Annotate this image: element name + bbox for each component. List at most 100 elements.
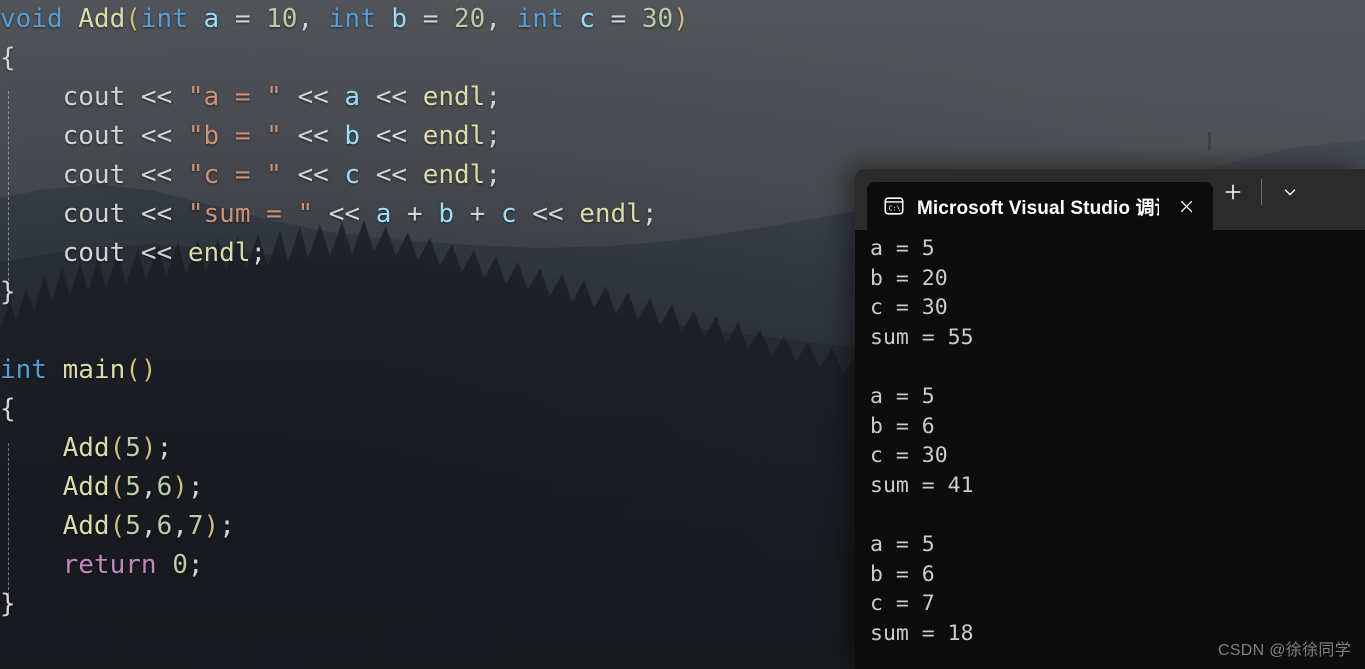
terminal-window[interactable]: C:\ Microsoft Visual Studio 调试挂 (855, 169, 1365, 669)
code-token: 7 (187, 511, 204, 541)
svg-text:C:\: C:\ (889, 205, 901, 213)
terminal-line: c = 30 (870, 295, 948, 321)
code-token: 5 (125, 472, 141, 502)
code-token: << (313, 199, 376, 229)
code-token: ) (203, 511, 220, 541)
code-token: int (516, 4, 564, 34)
code-token: 30 (641, 4, 674, 34)
code-token: " (266, 121, 282, 151)
code-token: cout (0, 160, 126, 190)
code-token: ; (250, 238, 267, 268)
code-token: , (297, 4, 329, 34)
close-icon[interactable] (1171, 191, 1201, 221)
terminal-line: sum = 41 (870, 472, 974, 498)
terminal-tab-title: Microsoft Visual Studio 调试挂 (917, 197, 1159, 219)
control-separator (1261, 178, 1262, 205)
code-line: void Add(int a = 10, int b = 20, int c =… (0, 0, 689, 39)
code-token: << (516, 199, 580, 229)
code-token: } (0, 589, 16, 619)
command-prompt-icon: C:\ (884, 197, 904, 215)
code-token: Add (62, 433, 110, 463)
code-token: " (187, 82, 204, 112)
terminal-line: a = 5 (870, 236, 935, 261)
new-tab-icon[interactable] (1213, 172, 1253, 212)
code-token: , (485, 4, 517, 34)
code-token: = (219, 4, 267, 34)
code-token: ) (172, 472, 188, 502)
code-token: + (391, 199, 439, 229)
code-line: { (0, 390, 689, 429)
code-token: ( (109, 511, 126, 541)
code-token: " (187, 199, 204, 229)
code-line: Add(5,6,7); (0, 507, 689, 546)
code-token: 6 (156, 511, 173, 541)
code-token: endl (422, 160, 486, 190)
code-token: " (297, 199, 314, 229)
code-line: { (0, 39, 689, 78)
terminal-line: b = 6 (870, 561, 935, 587)
terminal-tab-active[interactable]: C:\ Microsoft Visual Studio 调试挂 (867, 182, 1213, 230)
code-token: b = (203, 121, 267, 151)
code-token: << (360, 160, 423, 190)
code-token: return (62, 550, 157, 580)
code-token: } (0, 277, 16, 307)
code-token: ; (641, 199, 658, 229)
code-token: a = (203, 82, 267, 112)
code-line: cout << "a = " << a << endl; (0, 78, 689, 117)
code-token: Add (78, 4, 126, 34)
code-token: cout (0, 199, 126, 229)
code-token: a (375, 199, 392, 229)
code-token: int (0, 355, 47, 385)
code-token: ) (673, 4, 689, 34)
terminal-line: b = 6 (870, 413, 935, 439)
code-token: << (125, 199, 188, 229)
code-token: , (172, 511, 188, 541)
code-token: << (281, 82, 345, 112)
code-token: sum = (203, 199, 298, 229)
code-token: 20 (454, 4, 486, 34)
terminal-line: c = 7 (870, 591, 935, 617)
terminal-line: a = 5 (870, 531, 935, 557)
code-token: 5 (125, 433, 141, 463)
code-token: c (344, 160, 361, 190)
code-token: ; (156, 433, 173, 463)
code-token: << (125, 160, 188, 190)
code-token: ; (187, 472, 204, 502)
code-token: " (187, 160, 204, 190)
terminal-tabstrip: C:\ Microsoft Visual Studio 调试挂 (855, 169, 1213, 230)
code-token: 5 (125, 511, 141, 541)
code-token: = (407, 4, 455, 34)
terminal-line: c = 30 (870, 443, 948, 469)
code-token: " (266, 82, 282, 112)
code-line: cout << endl; (0, 234, 689, 273)
terminal-tab-controls (1213, 169, 1310, 230)
terminal-line: a = 5 (870, 383, 935, 409)
code-line: Add(5,6); (0, 468, 689, 507)
terminal-line: sum = 55 (870, 324, 974, 350)
code-token: << (125, 238, 188, 268)
code-token: , (140, 511, 157, 541)
code-token: endl (422, 82, 486, 112)
code-token: ( (109, 472, 126, 502)
code-token: cout (0, 121, 126, 151)
terminal-body[interactable]: a = 5 b = 20 c = 30 sum = 55 a = 5 b = 6 c = … (855, 230, 1365, 669)
code-text[interactable]: void Add(int a = 10, int b = 20, int c =… (0, 0, 689, 624)
code-token: c = (203, 160, 267, 190)
code-token: ( (125, 4, 141, 34)
code-line: cout << "b = " << b << endl; (0, 117, 689, 156)
code-token: 10 (266, 4, 298, 34)
code-token: cout (0, 238, 126, 268)
terminal-titlebar[interactable]: C:\ Microsoft Visual Studio 调试挂 (855, 169, 1365, 230)
code-token: 6 (156, 472, 173, 502)
code-token: int (140, 4, 188, 34)
code-line: } (0, 585, 689, 624)
chevron-down-icon[interactable] (1270, 172, 1310, 212)
